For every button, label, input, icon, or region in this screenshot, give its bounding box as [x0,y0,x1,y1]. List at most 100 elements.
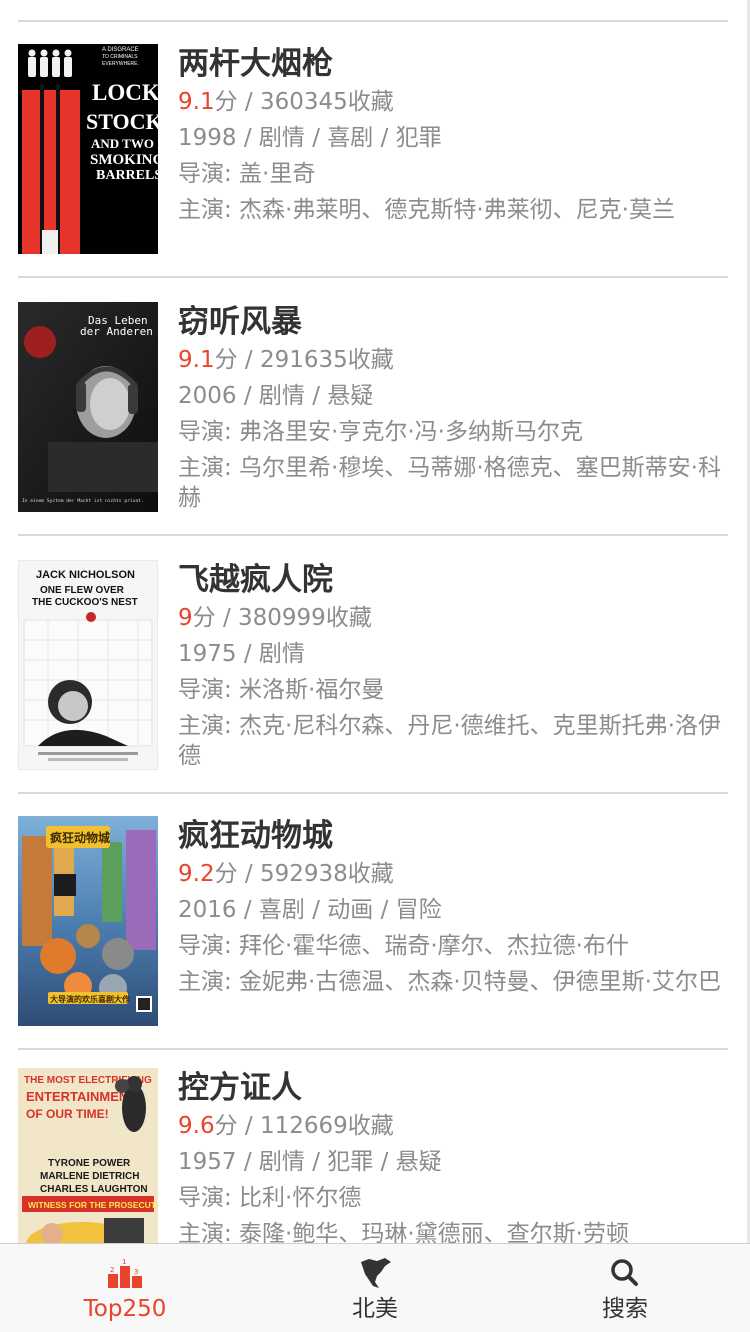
movie-list[interactable]: A DISGRACE TO CRIMINALS EVERYWHERE. LOCK… [0,0,750,1243]
movie-favorites: 291635收藏 [259,347,394,373]
movie-meta: 2016 / 喜剧 / 动画 / 冒险 [178,897,442,923]
movie-poster[interactable]: A DISGRACE TO CRIMINALS EVERYWHERE. LOCK… [18,44,158,254]
movie-info: 疯狂动物城 9.2分 / 592938收藏 2016 / 喜剧 / 动画 / 冒… [178,816,723,997]
movie-title[interactable]: 飞越疯人院 [178,560,723,600]
movie-favorites: 360345收藏 [259,89,394,115]
poster-text: BARRELS [96,168,158,183]
poster-image: A DISGRACE TO CRIMINALS EVERYWHERE. LOCK… [18,44,158,254]
separator: / [237,1113,260,1139]
movie-rating-line: 9.2分 / 592938收藏 [178,856,723,892]
score-unit: 分 [214,347,238,373]
poster-text: TYRONE POWER [48,1158,131,1169]
poster-image: 疯狂动物城 大导演的欢乐喜剧大作 [18,816,158,1026]
movie-score: 9.6 [178,1113,215,1139]
movie-meta: 1975 / 剧情 [178,641,305,667]
movie-director: 导演: 拜伦·霍华德、瑞奇·摩尔、杰拉德·布什 [178,933,629,959]
score-unit: 分 [214,89,238,115]
score-unit: 分 [214,1113,238,1139]
tab-label: 北美 [352,1296,398,1322]
movie-cast: 主演: 泰隆·鲍华、玛琳·黛德丽、查尔斯·劳顿 [178,1221,629,1243]
item-divider [18,534,728,536]
movie-favorites: 592938收藏 [259,861,394,887]
poster-image: THE MOST ELECTRIFYING ENTERTAINMENT OF O… [18,1068,158,1243]
movie-rating-line: 9.1分 / 291635收藏 [178,342,723,378]
movie-poster[interactable]: Das Leben der Anderen In einem System de… [18,302,158,512]
movie-item[interactable]: THE MOST ELECTRIFYING ENTERTAINMENT OF O… [0,1046,750,1243]
search-icon [611,1259,638,1286]
poster-text: 疯狂动物城 [50,830,110,845]
movie-item[interactable]: 疯狂动物城 大导演的欢乐喜剧大作 疯狂动物城 9.2分 / 592938收藏 2… [0,794,750,1050]
movie-poster[interactable]: THE MOST ELECTRIFYING ENTERTAINMENT OF O… [18,1068,158,1243]
podium-icon: 1 2 3 [108,1258,142,1288]
movie-title[interactable]: 控方证人 [178,1068,723,1108]
poster-image: JACK NICHOLSON ONE FLEW OVER THE CUCKOO'… [18,560,158,770]
item-divider [18,276,728,278]
movie-director: 导演: 盖·里奇 [178,161,316,187]
poster-text: der Anderen [80,325,153,338]
separator: / [237,89,260,115]
movie-cast: 主演: 乌尔里希·穆埃、马蒂娜·格德克、塞巴斯蒂安·科赫 [178,455,721,511]
separator: / [237,861,260,887]
movie-score: 9.2 [178,861,215,887]
poster-text: CHARLES LAUGHTON [40,1184,148,1195]
north-america-icon [361,1258,391,1288]
poster-text: SMOKING [90,152,158,168]
movie-item[interactable]: JACK NICHOLSON ONE FLEW OVER THE CUCKOO'… [0,538,750,794]
poster-text: LOCK, [92,80,158,105]
poster-text: AND TWO [91,136,154,151]
poster-text: In einem System der Macht ist nichts pri… [22,498,144,504]
app-root: A DISGRACE TO CRIMINALS EVERYWHERE. LOCK… [0,0,750,1332]
movie-title[interactable]: 疯狂动物城 [178,816,723,856]
poster-text: ONE FLEW OVER [40,585,125,596]
movie-item[interactable]: A DISGRACE TO CRIMINALS EVERYWHERE. LOCK… [0,22,750,278]
separator: / [215,605,239,631]
movie-cast: 主演: 杰克·尼科尔森、丹尼·德维托、克里斯托弗·洛伊德 [178,713,721,769]
movie-poster[interactable]: JACK NICHOLSON ONE FLEW OVER THE CUCKOO'… [18,560,158,770]
poster-image: Das Leben der Anderen In einem System de… [18,302,158,512]
movie-cast: 主演: 金妮弗·古德温、杰森·贝特曼、伊德里斯·艾尔巴 [178,969,721,995]
movie-rating-line: 9分 / 380999收藏 [178,600,723,636]
poster-text: THE CUCKOO'S NEST [32,597,138,608]
movie-rating-line: 9.1分 / 360345收藏 [178,84,723,120]
movie-info: 飞越疯人院 9分 / 380999收藏 1975 / 剧情 导演: 米洛斯·福尔… [178,560,723,771]
movie-title[interactable]: 窃听风暴 [178,302,723,342]
tab-top250[interactable]: 1 2 3 Top250 [0,1244,250,1332]
score-unit: 分 [192,605,216,631]
poster-text: MARLENE DIETRICH [40,1171,139,1182]
movie-cast: 主演: 杰森·弗莱明、德克斯特·弗莱彻、尼克·莫兰 [178,197,675,223]
poster-text: TO CRIMINALS [102,54,138,60]
podium-number: 3 [134,1268,138,1276]
movie-director: 导演: 米洛斯·福尔曼 [178,677,385,703]
movie-score: 9.1 [178,89,215,115]
movie-meta: 2006 / 剧情 / 悬疑 [178,383,374,409]
tab-label: 搜索 [602,1296,648,1322]
podium-number: 1 [122,1258,126,1266]
bottom-tab-bar: 1 2 3 Top250 北美 搜索 [0,1243,750,1332]
poster-text: WITNESS FOR THE PROSECUTION [28,1200,158,1210]
movie-meta: 1957 / 剧情 / 犯罪 / 悬疑 [178,1149,442,1175]
movie-score: 9 [178,605,193,631]
separator: / [237,347,260,373]
movie-director: 导演: 比利·怀尔德 [178,1185,362,1211]
movie-item[interactable]: Das Leben der Anderen In einem System de… [0,280,750,536]
movie-rating-line: 9.6分 / 112669收藏 [178,1108,723,1144]
movie-info: 窃听风暴 9.1分 / 291635收藏 2006 / 剧情 / 悬疑 导演: … [178,302,723,513]
poster-text: STOCK [86,109,158,134]
movie-score: 9.1 [178,347,215,373]
tab-label: Top250 [83,1296,167,1322]
movie-info: 控方证人 9.6分 / 112669收藏 1957 / 剧情 / 犯罪 / 悬疑… [178,1068,723,1243]
movie-poster[interactable]: 疯狂动物城 大导演的欢乐喜剧大作 [18,816,158,1026]
poster-text: A DISGRACE [102,47,139,53]
tab-north-america[interactable]: 北美 [250,1244,500,1332]
poster-text: EVERYWHERE. [102,61,139,67]
poster-text: 大导演的欢乐喜剧大作 [50,994,130,1004]
podium-number: 2 [110,1266,114,1274]
movie-meta: 1998 / 剧情 / 喜剧 / 犯罪 [178,125,442,151]
movie-title[interactable]: 两杆大烟枪 [178,44,723,84]
tab-search[interactable]: 搜索 [500,1244,750,1332]
poster-text: OF OUR TIME! [26,1107,109,1121]
movie-favorites: 112669收藏 [259,1113,394,1139]
poster-text: JACK NICHOLSON [36,569,135,581]
score-unit: 分 [214,861,238,887]
movie-favorites: 380999收藏 [238,605,372,631]
